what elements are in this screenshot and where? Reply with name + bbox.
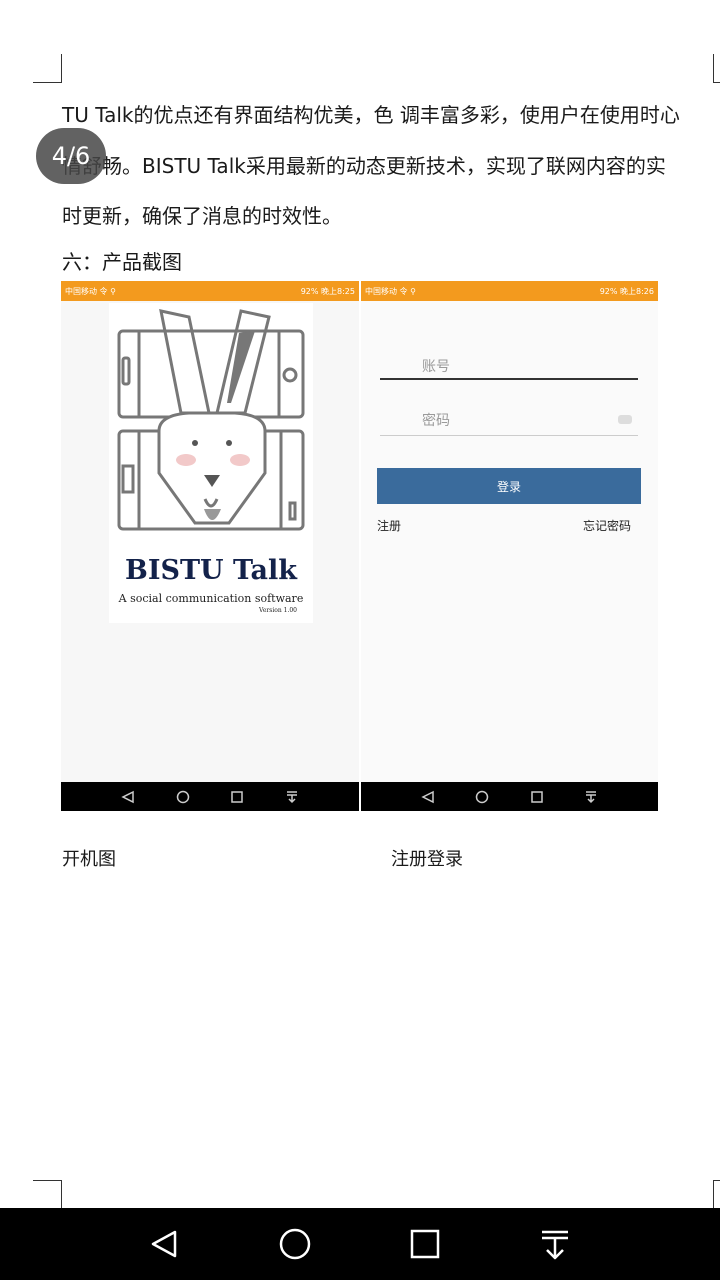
password-placeholder: 密码 [422, 413, 450, 429]
section-heading: 六：产品截图 [62, 250, 182, 274]
password-field: 密码 [380, 410, 638, 436]
forgot-password-link: 忘记密码 [582, 519, 631, 533]
keyboard-icon [618, 415, 632, 424]
paragraph-line: 情舒畅。BISTU Talk采用最新的动态更新技术，实现了联网内容的实 [62, 154, 666, 178]
back-icon [421, 790, 434, 803]
status-carrier: 中国移动 令 ⚲ [65, 286, 116, 296]
phone-nav-bar [61, 782, 359, 811]
download-icon [585, 790, 596, 803]
register-link: 注册 [377, 519, 402, 533]
login-screenshot: 中国移动 令 ⚲ 92% 晚上8:26 账号 密码 登录 注册 忘记密码 [361, 281, 658, 811]
tagline: A social communication software [118, 592, 304, 605]
status-carrier: 中国移动 令 ⚲ [365, 286, 416, 296]
account-placeholder: 账号 [422, 359, 450, 375]
home-icon [476, 790, 489, 803]
paragraph-line: TU Talk的优点还有界面结构优美，色 调丰富多彩，使用户在使用时心 [62, 103, 680, 127]
page-indicator-badge: 4/6 [36, 128, 106, 184]
app-logo: BISTU Talk A social communication softwa… [109, 303, 313, 623]
phone-nav-bar [361, 782, 658, 811]
login-button: 登录 [377, 468, 641, 504]
splash-screenshot: 中国移动 令 ⚲ 92% 晚上8:25 BISTU Talk A social … [61, 281, 359, 811]
recents-icon [231, 790, 243, 803]
back-icon[interactable] [147, 1226, 183, 1262]
system-nav-bar [0, 1208, 720, 1280]
status-time: 92% 晚上8:26 [599, 286, 654, 296]
brand-name: BISTU Talk [125, 555, 297, 586]
page-corner-mark [33, 1180, 62, 1209]
download-icon[interactable] [537, 1226, 573, 1262]
status-time: 92% 晚上8:25 [300, 286, 355, 296]
paragraph-line: 时更新，确保了消息的时效性。 [62, 204, 342, 228]
recents-icon[interactable] [407, 1226, 443, 1262]
page-corner-mark [33, 54, 62, 83]
account-field: 账号 [380, 356, 638, 380]
home-icon [176, 790, 189, 803]
caption-login: 注册登录 [391, 849, 463, 870]
status-bar: 中国移动 令 ⚲ 92% 晚上8:26 [361, 281, 658, 301]
version-label: Version 1.00 [259, 607, 297, 614]
page-corner-mark [713, 1180, 720, 1209]
rabbit-logo-icon [117, 309, 305, 531]
status-bar: 中国移动 令 ⚲ 92% 晚上8:25 [61, 281, 359, 301]
recents-icon [530, 790, 543, 803]
download-icon [286, 790, 297, 803]
caption-splash: 开机图 [62, 849, 116, 870]
home-icon[interactable] [277, 1226, 313, 1262]
page-corner-mark [713, 54, 720, 83]
back-icon [121, 790, 134, 803]
